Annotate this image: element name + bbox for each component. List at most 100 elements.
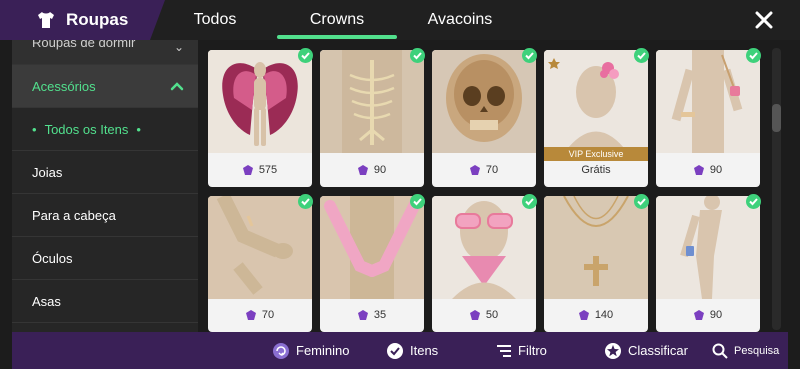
owned-check-icon bbox=[522, 194, 537, 209]
sidebar-item-label: Óculos bbox=[32, 250, 73, 266]
skeleton-back-icon bbox=[320, 50, 424, 153]
gender-toggle-icon bbox=[273, 342, 289, 359]
pink-gloves-icon bbox=[320, 196, 424, 299]
crown-currency-icon bbox=[245, 310, 256, 320]
crown-currency-icon bbox=[357, 165, 368, 175]
price-label: 70 bbox=[208, 298, 312, 332]
price-value: 575 bbox=[258, 164, 278, 176]
item-card[interactable]: 90 bbox=[656, 50, 760, 187]
item-card[interactable]: 35 bbox=[320, 196, 424, 332]
price-label: 140 bbox=[544, 298, 648, 332]
bottom-toolbar: Feminino Itens Filtro Classificar Pesqui… bbox=[12, 332, 788, 369]
bullet-icon: • bbox=[136, 121, 141, 137]
sidebar-item-label: Todos os Itens bbox=[44, 121, 129, 137]
price-label: 90 bbox=[656, 298, 760, 332]
chevron-up-icon bbox=[170, 82, 184, 91]
feminino-button[interactable]: Feminino bbox=[272, 332, 349, 369]
price-value: Grátis bbox=[581, 164, 611, 176]
price-value: 90 bbox=[709, 309, 723, 321]
app-window: Roupas Todos Crowns Avacoins Roupas de d… bbox=[0, 0, 800, 369]
owned-check-icon bbox=[410, 194, 425, 209]
sidebar-item-asas[interactable]: Asas bbox=[12, 280, 198, 323]
sidebar-item-acessorios[interactable]: Acessórios bbox=[12, 65, 198, 108]
item-card[interactable]: 90 bbox=[656, 196, 760, 332]
price-value: 70 bbox=[485, 164, 499, 176]
sidebar-item-para-a-cabeca[interactable]: Para a cabeça bbox=[12, 194, 198, 237]
crown-currency-icon bbox=[693, 310, 704, 320]
price-value: 70 bbox=[261, 309, 275, 321]
winged-avatar-icon bbox=[208, 50, 312, 153]
sidebar-item-label: Acessórios bbox=[32, 78, 96, 94]
tab-avacoins[interactable]: Avacoins bbox=[405, 0, 515, 40]
sidebar-item-oculos[interactable]: Óculos bbox=[12, 237, 198, 280]
tab-crowns[interactable]: Crowns bbox=[277, 0, 397, 40]
item-grid: 575 90 70 VIP Exclusive Grátis 90 70 35 … bbox=[208, 48, 764, 332]
search-icon bbox=[712, 343, 728, 359]
sidebar-item-label: Roupas de dormir bbox=[32, 40, 136, 50]
crown-currency-icon bbox=[357, 310, 368, 320]
price-value: 90 bbox=[373, 164, 387, 176]
itens-button[interactable]: Itens bbox=[386, 332, 438, 369]
check-circle-icon bbox=[387, 342, 403, 359]
price-label: 70 bbox=[432, 153, 536, 187]
price-value: 140 bbox=[594, 309, 614, 321]
price-value: 90 bbox=[709, 164, 723, 176]
owned-check-icon bbox=[298, 48, 313, 63]
item-card[interactable]: 50 bbox=[432, 196, 536, 332]
filtro-label: Filtro bbox=[518, 343, 547, 358]
pesquisa-label: Pesquisa bbox=[734, 344, 780, 357]
bracelet-hands-icon bbox=[208, 196, 312, 299]
sidebar-item-todos-os-itens[interactable]: • Todos os Itens • bbox=[12, 108, 198, 151]
sidebar-item-label: Para a cabeça bbox=[32, 207, 116, 223]
item-card[interactable]: 90 bbox=[320, 50, 424, 187]
bag-accessory-icon bbox=[656, 50, 760, 153]
crown-currency-icon bbox=[469, 310, 480, 320]
sidebar-item-roupas-de-dormir[interactable]: Roupas de dormir ⌄ bbox=[12, 40, 198, 65]
owned-check-icon bbox=[746, 48, 761, 63]
sidebar: Roupas de dormir ⌄ Acessórios • Todos os… bbox=[12, 40, 198, 332]
item-card[interactable]: 140 bbox=[544, 196, 648, 332]
tab-todos[interactable]: Todos bbox=[160, 0, 270, 40]
close-icon[interactable] bbox=[752, 8, 776, 32]
price-label: 90 bbox=[320, 153, 424, 187]
flower-hair-icon bbox=[544, 50, 648, 153]
price-value: 35 bbox=[373, 309, 387, 321]
owned-check-icon bbox=[634, 48, 649, 63]
price-label: 90 bbox=[656, 153, 760, 187]
owned-check-icon bbox=[410, 48, 425, 63]
sidebar-item-label: Joias bbox=[32, 164, 63, 180]
shirt-icon bbox=[38, 12, 54, 28]
skull-mask-icon bbox=[432, 50, 536, 153]
filter-icon bbox=[497, 344, 511, 357]
price-label: 575 bbox=[208, 153, 312, 187]
sidebar-item-label: Asas bbox=[32, 293, 61, 309]
pesquisa-button[interactable]: Pesquisa bbox=[712, 332, 779, 369]
price-label: Grátis bbox=[544, 153, 648, 187]
owned-check-icon bbox=[746, 194, 761, 209]
sidebar-item-joias[interactable]: Joias bbox=[12, 151, 198, 194]
title-block: Roupas bbox=[0, 0, 165, 40]
scrollbar[interactable] bbox=[772, 48, 781, 330]
item-card[interactable]: 70 bbox=[208, 196, 312, 332]
classificar-button[interactable]: Classificar bbox=[604, 332, 688, 369]
crown-currency-icon bbox=[693, 165, 704, 175]
page-title: Roupas bbox=[66, 10, 129, 29]
crown-currency-icon bbox=[578, 310, 589, 320]
owned-check-icon bbox=[298, 194, 313, 209]
filtro-button[interactable]: Filtro bbox=[496, 332, 547, 369]
crown-currency-icon bbox=[242, 165, 253, 175]
scrollbar-thumb[interactable] bbox=[772, 104, 781, 132]
pink-glasses-bandana-icon bbox=[432, 196, 536, 299]
owned-check-icon bbox=[634, 194, 649, 209]
item-card[interactable]: 575 bbox=[208, 50, 312, 187]
chevron-down-icon: ⌄ bbox=[173, 40, 184, 54]
item-card[interactable]: 70 bbox=[432, 50, 536, 187]
price-label: 35 bbox=[320, 298, 424, 332]
item-card[interactable]: VIP Exclusive Grátis bbox=[544, 50, 648, 187]
itens-label: Itens bbox=[410, 343, 439, 358]
owned-check-icon bbox=[522, 48, 537, 63]
bullet-icon: • bbox=[32, 121, 37, 137]
star-sort-icon bbox=[605, 342, 621, 359]
top-bar: Roupas Todos Crowns Avacoins bbox=[0, 0, 800, 40]
feminino-label: Feminino bbox=[296, 343, 350, 358]
